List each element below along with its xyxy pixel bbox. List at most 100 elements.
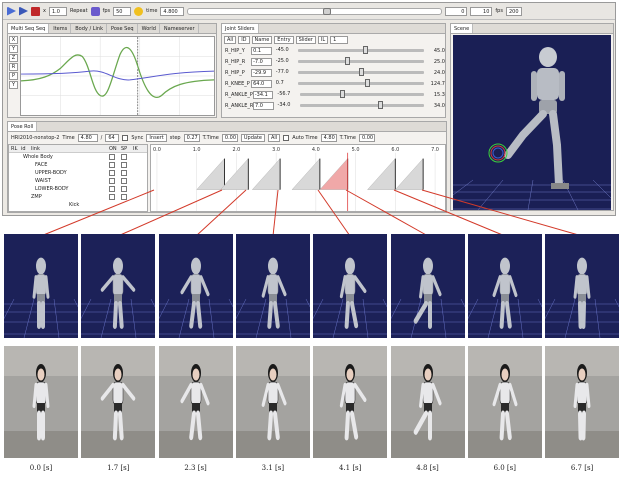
robot-photo <box>235 346 310 458</box>
refresh-icon[interactable] <box>134 6 144 16</box>
fps2-input[interactable]: 200 <box>505 6 522 16</box>
ttime2-input[interactable]: 0.00 <box>358 133 375 142</box>
pose-time-label: Time <box>62 134 75 141</box>
end-time-input[interactable]: 10 <box>470 6 493 16</box>
tab-body-link[interactable]: Body / Link <box>72 24 107 33</box>
ttime-input[interactable]: 0.00 <box>221 133 238 142</box>
joint-slider[interactable] <box>298 68 425 76</box>
insert-button[interactable]: Insert <box>146 133 167 142</box>
all-pose-button[interactable]: All <box>268 133 281 142</box>
tree-row[interactable]: Whole Body <box>9 153 147 161</box>
speed-input[interactable]: 1.0 <box>48 6 67 16</box>
tree-row[interactable]: LOWER-BODY <box>9 185 147 193</box>
joint-slider[interactable] <box>298 57 425 65</box>
tree-row[interactable]: WAIST <box>9 177 147 185</box>
sp-checkbox[interactable] <box>121 170 127 176</box>
axis-y-button[interactable]: Y <box>9 45 18 53</box>
axis-roll-button[interactable]: R <box>9 63 18 71</box>
joint-max: 15.3 <box>433 91 445 98</box>
joint-value-input[interactable]: 0.1 <box>251 46 272 55</box>
joint-slider[interactable] <box>299 101 425 109</box>
tab-scene[interactable]: Scene <box>451 24 474 33</box>
time-input[interactable]: 4.800 <box>160 6 185 16</box>
joint-slider-knob[interactable] <box>359 68 365 76</box>
axis-yaw-button[interactable]: Y <box>9 81 18 89</box>
on-checkbox[interactable] <box>109 154 115 160</box>
all-button[interactable]: All <box>224 35 237 44</box>
joint-name: R_HIP_P <box>225 69 245 76</box>
joint-value-input[interactable]: -29.9 <box>251 68 272 77</box>
simulation-snapshot <box>390 234 465 338</box>
sp-checkbox[interactable] <box>121 178 127 184</box>
repeat-label[interactable]: Repeat <box>70 8 88 14</box>
play-icon[interactable] <box>7 6 16 16</box>
joint-slider-knob[interactable] <box>364 79 370 87</box>
start-time-input[interactable]: 0 <box>445 6 468 16</box>
axis-z-button[interactable]: Z <box>9 54 18 62</box>
sync-checkbox[interactable] <box>122 134 129 141</box>
pose-total-input[interactable]: 64 <box>105 133 120 142</box>
joint-slider[interactable] <box>299 90 425 98</box>
entry-button[interactable]: Entry <box>274 35 294 44</box>
tab-items[interactable]: Items <box>50 24 72 33</box>
time-slider-knob[interactable] <box>323 7 332 15</box>
on-checkbox[interactable] <box>109 162 115 168</box>
robot-photo <box>545 346 620 458</box>
joint-slider[interactable] <box>298 46 425 54</box>
axis-x-button[interactable]: X <box>9 36 18 44</box>
axis-pitch-button[interactable]: P <box>9 72 18 80</box>
playback-toolbar: x 1.0 Repeat fps 50 time 4.800 0 10 fps … <box>3 3 615 20</box>
tab-multi-seq[interactable]: Multi Seq Seq <box>8 24 50 33</box>
autotime-checkbox[interactable] <box>283 134 290 141</box>
sp-checkbox[interactable] <box>121 154 127 160</box>
on-checkbox[interactable] <box>109 194 115 200</box>
update-button[interactable]: Update <box>240 133 265 142</box>
pose-time-input[interactable]: 4.80 <box>77 133 98 142</box>
tab-world[interactable]: World <box>139 24 160 33</box>
tree-row[interactable]: UPPER-BODY <box>9 169 147 177</box>
stop-icon[interactable] <box>31 6 40 16</box>
step-input[interactable]: 0.27 <box>183 133 200 142</box>
tab-pose-roll[interactable]: Pose Roll <box>8 122 38 131</box>
timeline-tick-label: 3.0 <box>272 147 280 153</box>
time-slider[interactable] <box>187 7 443 15</box>
joint-value-input[interactable]: -34.1 <box>252 90 274 99</box>
sp-checkbox[interactable] <box>121 186 127 192</box>
joint-min: -77.0 <box>275 68 289 75</box>
pose-timeline[interactable]: 0.0 1.0 2.0 3.0 4.0 5.0 6.0 7.0 <box>150 144 446 212</box>
scene-view-3d[interactable] <box>453 35 611 210</box>
joint-value-input[interactable]: 64.0 <box>251 79 272 88</box>
on-checkbox[interactable] <box>109 178 115 184</box>
play-forward-icon[interactable] <box>19 6 28 16</box>
autotime-input[interactable]: 4.80 <box>320 133 337 142</box>
joint-slider-knob[interactable] <box>377 101 383 109</box>
name-button[interactable]: Name <box>251 35 273 44</box>
slider-button[interactable]: Slider <box>295 35 316 44</box>
tab-nameserver[interactable]: Nameserver <box>161 24 199 33</box>
fps-input[interactable]: 50 <box>113 6 132 16</box>
joint-max: 45.0 <box>433 47 445 54</box>
joint-value-input[interactable]: -7.0 <box>251 57 272 66</box>
il-button[interactable]: IL <box>317 35 329 44</box>
joint-slider-knob[interactable] <box>363 46 369 54</box>
tree-row-label: Whole Body <box>23 154 53 160</box>
sp-checkbox[interactable] <box>121 194 127 200</box>
on-checkbox[interactable] <box>109 170 115 176</box>
il-value-input[interactable]: 1 <box>330 35 349 44</box>
joint-slider-knob[interactable] <box>340 90 346 98</box>
joint-slider[interactable] <box>298 79 425 87</box>
tree-row[interactable]: ZMP <box>9 193 147 201</box>
id-button[interactable]: ID <box>238 35 250 44</box>
autotime-label: Auto Time <box>292 134 318 141</box>
tree-row[interactable]: FACE <box>9 161 147 169</box>
on-checkbox[interactable] <box>109 186 115 192</box>
tab-pose-seq[interactable]: Pose Seq <box>108 24 138 33</box>
record-icon[interactable] <box>90 6 100 16</box>
joint-trajectory-graph[interactable] <box>20 36 215 116</box>
time-caption: 6.0 [s] <box>493 464 516 472</box>
joint-value-input[interactable]: 7.0 <box>253 101 274 110</box>
sp-checkbox[interactable] <box>121 162 127 168</box>
joint-sliders-panel: Joint Sliders All ID Name Entry Slider I… <box>221 23 446 118</box>
tab-joint-sliders[interactable]: Joint Sliders <box>222 24 259 33</box>
joint-slider-knob[interactable] <box>345 57 351 65</box>
